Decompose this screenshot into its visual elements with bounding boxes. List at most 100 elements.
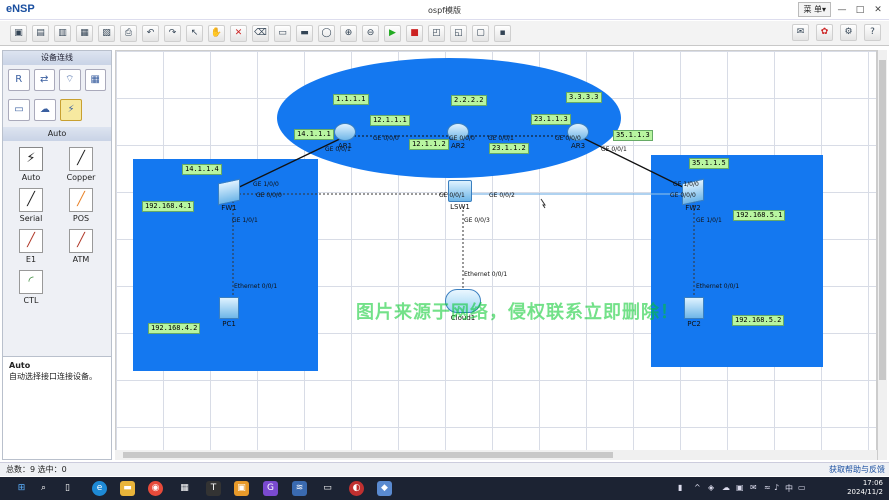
tray-wifi-icon[interactable]: ≈ [764, 483, 771, 492]
tray-volume-icon[interactable]: ♪ [774, 483, 779, 492]
cable-auto[interactable]: ⚡ Auto [7, 147, 55, 182]
cable-serial[interactable]: ╱ Serial [7, 188, 55, 223]
zoom-in-icon[interactable]: ⊕ [340, 24, 357, 42]
select-icon[interactable]: ↖ [186, 24, 203, 42]
menu-button[interactable]: 菜 单▾ [798, 2, 831, 17]
chat-icon[interactable]: ✉ [792, 24, 809, 41]
pc-category-icon[interactable]: ▭ [8, 99, 30, 121]
vertical-scroll-thumb[interactable] [879, 60, 886, 380]
firewall-category-icon[interactable]: ▦ [84, 69, 106, 91]
windows-start-icon[interactable]: ⊞ [14, 481, 29, 496]
horizontal-scrollbar[interactable] [115, 450, 877, 460]
wireshark-icon[interactable]: ≋ [292, 481, 307, 496]
help-feedback-link[interactable]: 获取帮助与反馈 [829, 463, 885, 476]
cable-pos[interactable]: ╱ POS [57, 188, 105, 223]
wireless-category-icon[interactable]: ⌔ [59, 69, 81, 91]
file-explorer-icon[interactable]: ▬ [120, 481, 135, 496]
cable-e1[interactable]: ╱ E1 [7, 229, 55, 264]
start-icon[interactable]: ▶ [384, 24, 401, 42]
ip-label[interactable]: 192.168.5.2 [732, 315, 785, 326]
delete-link-icon[interactable]: ⌫ [252, 24, 269, 42]
port-label: GE 0/0/0 [670, 192, 696, 199]
save-icon[interactable]: ▦ [76, 24, 93, 42]
grid-icon[interactable]: ▢ [472, 24, 489, 42]
chrome-icon[interactable]: ◉ [148, 481, 163, 496]
pc-pc2[interactable]: PC2 [684, 297, 704, 328]
tray-mail-icon[interactable]: ✉ [750, 483, 757, 492]
tray-battery-icon[interactable]: ▭ [798, 483, 806, 492]
port-label: GE 1/0/1 [696, 217, 722, 224]
ip-label[interactable]: 35.1.1.5 [689, 158, 729, 169]
mail-icon[interactable]: ▦ [177, 481, 192, 496]
delete-icon[interactable]: ✕ [230, 24, 247, 42]
ensp-app-icon[interactable]: G [263, 481, 278, 496]
ip-label[interactable]: 2.2.2.2 [451, 95, 487, 106]
open-icon[interactable]: ▥ [54, 24, 71, 42]
new-topology-icon[interactable]: ▣ [10, 24, 27, 42]
zoom-out-icon[interactable]: ⊖ [362, 24, 379, 42]
port-label: GE 0/0/1 [439, 192, 465, 199]
undo-icon[interactable]: ↶ [142, 24, 159, 42]
ip-label[interactable]: 35.1.1.3 [613, 130, 653, 141]
tray-chevron-icon[interactable]: ^ [694, 483, 701, 492]
ip-label[interactable]: 12.1.1.1 [370, 115, 410, 126]
minimize-button[interactable]: — [835, 3, 849, 17]
help-icon[interactable]: ? [864, 24, 881, 41]
switch-category-icon[interactable]: ⇄ [33, 69, 55, 91]
notes-icon[interactable]: ◆ [377, 481, 392, 496]
task-view-icon[interactable]: ▯ [60, 481, 75, 496]
links-layer [230, 135, 695, 303]
router-category-icon[interactable]: R [8, 69, 30, 91]
text-icon[interactable]: ▭ [274, 24, 291, 42]
topology-icon[interactable]: ◱ [450, 24, 467, 42]
ip-label[interactable]: 192.168.4.2 [148, 323, 201, 334]
print-icon[interactable]: ⎙ [120, 24, 137, 42]
settings-icon[interactable]: ⚙ [840, 24, 857, 41]
ip-label[interactable]: 192.168.4.1 [142, 201, 195, 212]
edge-icon[interactable]: e [92, 481, 107, 496]
close-button[interactable]: ✕ [871, 3, 885, 17]
pc-pc1[interactable]: PC1 [219, 297, 239, 328]
topology-canvas[interactable]: AR1 AR2 AR3 FW1 FW2 LSW1 PC1 PC2 Cloud1 … [115, 50, 877, 460]
horizontal-scroll-thumb[interactable] [123, 452, 613, 458]
vertical-scrollbar[interactable] [877, 50, 887, 460]
stop-icon[interactable]: ■ [406, 24, 423, 42]
clock[interactable]: 17:06 2024/11/2 [847, 479, 883, 497]
typora-icon[interactable]: T [206, 481, 221, 496]
cable-ctl[interactable]: ◜ CTL [7, 270, 55, 305]
huawei-icon[interactable]: ✿ [816, 24, 833, 41]
ime-indicator[interactable]: 中 [785, 483, 793, 494]
ip-label[interactable]: 23.1.1.2 [489, 143, 529, 154]
ip-label[interactable]: 23.1.1.3 [531, 114, 571, 125]
tray-mi-icon[interactable]: ▮ [678, 483, 682, 492]
ip-label[interactable]: 3.3.3.3 [566, 92, 602, 103]
capture-icon[interactable]: ◰ [428, 24, 445, 42]
rectangle-icon[interactable]: ▬ [296, 24, 313, 42]
cloud-category-icon[interactable]: ☁ [34, 99, 56, 121]
ip-label[interactable]: 14.1.1.4 [182, 164, 222, 175]
ellipse-icon[interactable]: ◯ [318, 24, 335, 42]
cable-copper[interactable]: ╱ Copper [57, 147, 105, 182]
tray-network-icon[interactable]: ◈ [708, 483, 714, 492]
vm-icon[interactable]: ▭ [320, 481, 335, 496]
new-example-icon[interactable]: ▤ [32, 24, 49, 42]
search-icon[interactable]: ⌕ [36, 481, 51, 496]
terminal-icon[interactable]: ▪ [494, 24, 511, 42]
tray-app-icon[interactable]: ▣ [736, 483, 744, 492]
folder-icon[interactable]: ▣ [234, 481, 249, 496]
link-ar1-fw1[interactable] [230, 135, 347, 192]
cable-category-icon[interactable]: ⚡ [60, 99, 82, 121]
ip-label[interactable]: 12.1.1.2 [409, 139, 449, 150]
pan-icon[interactable]: ✋ [208, 24, 225, 42]
ip-label[interactable]: 192.168.5.1 [733, 210, 786, 221]
ip-label[interactable]: 14.1.1.1 [294, 129, 334, 140]
redo-icon[interactable]: ↷ [164, 24, 181, 42]
cable-atm[interactable]: ╱ ATM [57, 229, 105, 264]
ip-label[interactable]: 1.1.1.1 [333, 94, 369, 105]
virtualbox-icon[interactable]: ◐ [349, 481, 364, 496]
firewall-fw1[interactable]: FW1 [218, 178, 240, 212]
save-as-icon[interactable]: ▧ [98, 24, 115, 42]
description-text: 自动选择接口连接设备。 [9, 372, 97, 381]
maximize-button[interactable]: □ [853, 3, 867, 17]
tray-cloud-icon[interactable]: ☁ [722, 483, 730, 492]
